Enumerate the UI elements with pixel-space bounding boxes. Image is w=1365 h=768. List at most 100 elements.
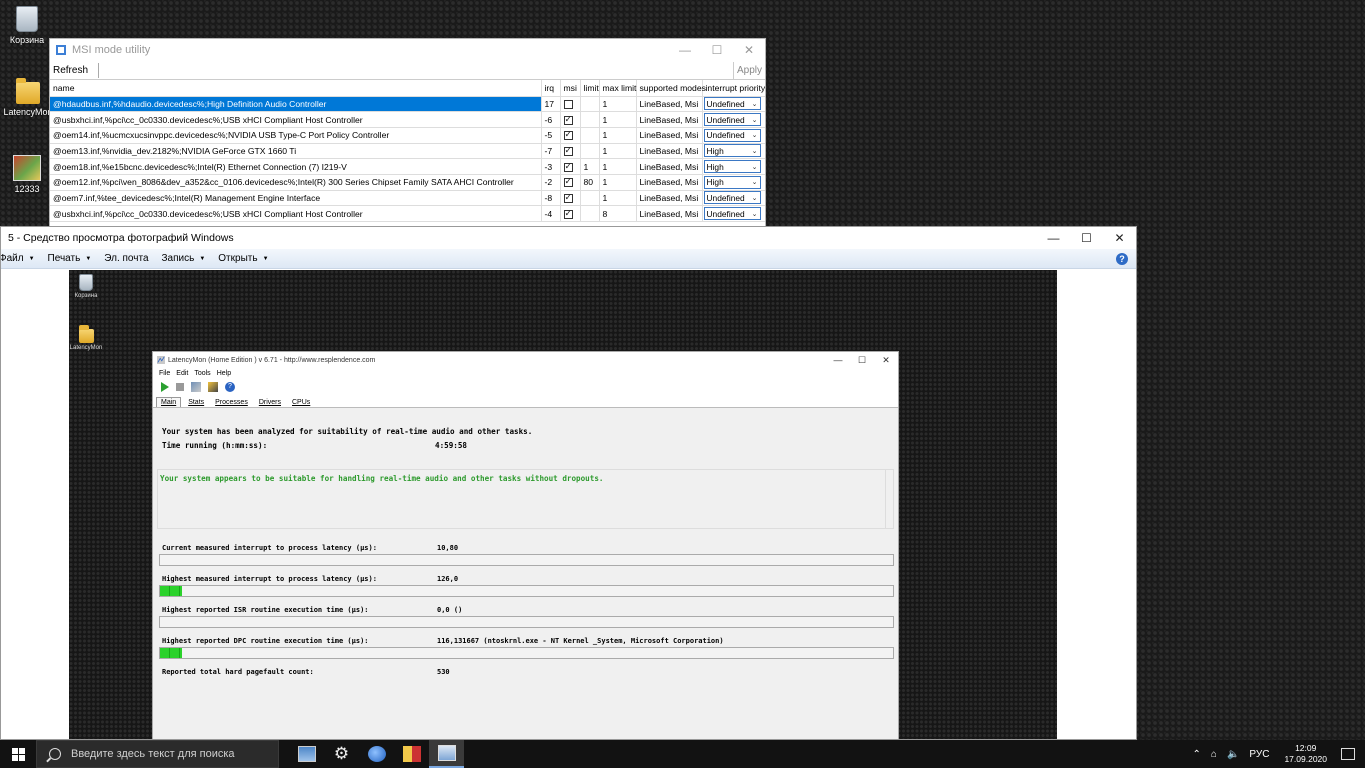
priority-select[interactable]: High ⌄ — [703, 144, 761, 158]
column-header-max-limit[interactable]: max limit — [599, 80, 637, 97]
table-row[interactable]: @hdaudbus.inf,%hdaudio.devicedesc%;High … — [50, 96, 765, 113]
icon-label: LatencyMon — [69, 345, 103, 351]
table-row[interactable]: @oem14.inf,%ucmcxucsinvppc.devicedesc%;N… — [50, 127, 765, 144]
taskbar-app-browser[interactable] — [359, 740, 394, 768]
table-row[interactable]: @oem13.inf,%nvidia_dev.2182%;NVIDIA GeFo… — [50, 143, 765, 160]
metric-label: Current measured interrupt to process la… — [162, 544, 377, 552]
maximize-button[interactable]: ☐ — [1070, 227, 1103, 249]
priority-value: High — [706, 177, 724, 188]
msi-checkbox[interactable] — [563, 176, 573, 188]
msi-checkbox[interactable] — [563, 114, 573, 125]
maximize-button[interactable]: ☐ — [701, 39, 733, 61]
device-name-cell[interactable]: @oem7.inf,%tee_devicedesc%;Intel(R) Mana… — [50, 190, 542, 207]
priority-select[interactable]: Undefined ⌄ — [703, 128, 761, 142]
limit-cell[interactable] — [580, 96, 600, 113]
column-header-name[interactable]: name — [50, 80, 542, 97]
viewer-titlebar[interactable]: 5 - Средство просмотра фотографий Window… — [1, 227, 1136, 249]
photo-viewer-icon — [437, 745, 456, 761]
device-name-cell[interactable]: @oem18.inf,%e15bcnc.devicedesc%;Intel(R)… — [50, 158, 542, 175]
network-icon[interactable]: ⌂ — [1211, 749, 1217, 760]
device-name-cell[interactable]: @usbxhci.inf,%pci\cc_0c0330.devicedesc%;… — [50, 205, 542, 222]
limit-cell[interactable]: 80 — [580, 174, 600, 191]
menu-label: Эл. почта — [104, 253, 149, 264]
apply-button[interactable]: Apply — [733, 62, 765, 79]
table-row[interactable]: @usbxhci.inf,%pci\cc_0c0330.devicedesc%;… — [50, 205, 765, 222]
clock-time: 12:09 — [1295, 743, 1317, 753]
limit-cell[interactable] — [580, 190, 600, 207]
priority-select[interactable]: High ⌄ — [703, 175, 761, 189]
table-row[interactable]: @usbxhci.inf,%pci\cc_0c0330.devicedesc%;… — [50, 111, 765, 128]
close-button[interactable]: ✕ — [1103, 227, 1136, 249]
priority-select[interactable]: High ⌄ — [703, 160, 761, 174]
column-header-msi[interactable]: msi — [560, 80, 581, 97]
device-name-cell[interactable]: @hdaudbus.inf,%hdaudio.devicedesc%;High … — [50, 96, 542, 113]
priority-select[interactable]: Undefined ⌄ — [703, 113, 761, 127]
menu-open[interactable]: Открыть ▼ — [218, 253, 268, 264]
limit-cell[interactable] — [580, 127, 600, 144]
device-name-cell[interactable]: @oem12.inf,%pci\ven_8086&dev_a352&cc_010… — [50, 174, 542, 191]
msi-checkbox[interactable] — [563, 192, 573, 204]
help-icon[interactable]: ? — [1116, 253, 1128, 265]
taskbar-app-file-manager[interactable] — [394, 740, 429, 768]
column-header-interrupt-priority[interactable]: interrupt priority — [702, 80, 765, 97]
monitor-icon — [297, 746, 316, 762]
taskbar-app-settings[interactable]: ⚙ — [324, 740, 359, 768]
language-indicator[interactable]: РУС — [1249, 749, 1269, 760]
priority-cell: Undefined ⌄ — [702, 96, 765, 113]
msi-cell — [560, 127, 581, 144]
menu-label: Печать — [47, 253, 81, 264]
limit-cell[interactable]: 1 — [580, 158, 600, 175]
menu-burn[interactable]: Запись ▼ — [162, 253, 206, 264]
chevron-down-icon: ⌄ — [751, 132, 758, 140]
taskbar-search[interactable]: Введите здесь текст для поиска — [36, 740, 279, 768]
refresh-button[interactable]: Refresh — [50, 62, 100, 78]
menu-email[interactable]: Эл. почта — [104, 253, 148, 264]
latencymon-menubar: File Edit Tools Help — [153, 368, 898, 379]
minimize-button[interactable]: — — [1037, 227, 1070, 249]
priority-select[interactable]: Undefined ⌄ — [703, 97, 761, 111]
taskbar: Введите здесь текст для поиска ⚙ ⌃ ⌂ 🔈 Р… — [0, 740, 1365, 768]
volume-icon[interactable]: 🔈 — [1227, 749, 1239, 760]
limit-cell[interactable] — [580, 111, 600, 128]
msi-checkbox[interactable] — [563, 161, 573, 172]
chevron-down-icon: ⌄ — [751, 179, 758, 187]
irq-cell: -4 — [541, 205, 561, 222]
start-button[interactable] — [0, 740, 36, 768]
supported-modes-cell: LineBased, Msi — [636, 174, 703, 191]
device-name-cell[interactable]: @oem14.inf,%ucmcxucsinvppc.devicedesc%;N… — [50, 127, 542, 144]
column-header-supported-modes[interactable]: supported modes — [636, 80, 706, 97]
table-row[interactable]: @oem7.inf,%tee_devicedesc%;Intel(R) Mana… — [50, 190, 765, 207]
device-name-cell[interactable]: @oem13.inf,%nvidia_dev.2182%;NVIDIA GeFo… — [50, 143, 542, 160]
tab-stats: Stats — [188, 399, 205, 406]
limit-cell[interactable] — [580, 143, 600, 160]
msi-titlebar[interactable]: MSI mode utility — ☐ ✕ — [50, 39, 765, 61]
folder-icon — [78, 325, 94, 343]
close-button[interactable]: ✕ — [733, 39, 765, 61]
metric-bar-fill — [160, 648, 183, 658]
window-title: LatencyMon (Home Edition ) v 6.71 - http… — [168, 356, 376, 364]
msi-checkbox[interactable] — [563, 129, 573, 141]
menu-file[interactable]: Файл ▼ — [1, 253, 35, 264]
msi-checkbox[interactable] — [563, 99, 573, 109]
notification-icon[interactable] — [1341, 748, 1355, 760]
column-header-irq[interactable]: irq — [541, 80, 561, 97]
menu-print[interactable]: Печать ▼ — [48, 253, 92, 264]
max-limit-cell: 8 — [599, 205, 637, 222]
minimize-button[interactable]: — — [669, 39, 701, 61]
taskbar-app-explorer[interactable] — [289, 740, 324, 768]
msi-cell — [560, 174, 581, 191]
chevron-up-icon[interactable]: ⌃ — [1193, 749, 1201, 760]
clock[interactable]: 12:09 17.09.2020 — [1284, 743, 1327, 765]
column-header-limit[interactable]: limit — [580, 80, 600, 97]
priority-select[interactable]: Undefined ⌄ — [703, 191, 761, 205]
msi-checkbox[interactable] — [563, 208, 573, 219]
limit-cell[interactable] — [580, 205, 600, 222]
table-row[interactable]: @oem18.inf,%e15bcnc.devicedesc%;Intel(R)… — [50, 158, 765, 175]
taskbar-app-photo-viewer[interactable] — [429, 740, 464, 768]
latencymon-toolbar: ? — [153, 379, 898, 394]
device-name-cell[interactable]: @usbxhci.inf,%pci\cc_0c0330.devicedesc%;… — [50, 111, 542, 128]
table-row[interactable]: @oem12.inf,%pci\ven_8086&dev_a352&cc_010… — [50, 174, 765, 191]
priority-select[interactable]: Undefined ⌄ — [703, 207, 761, 221]
msi-checkbox[interactable] — [563, 145, 573, 157]
minimize-button: — — [826, 352, 850, 368]
